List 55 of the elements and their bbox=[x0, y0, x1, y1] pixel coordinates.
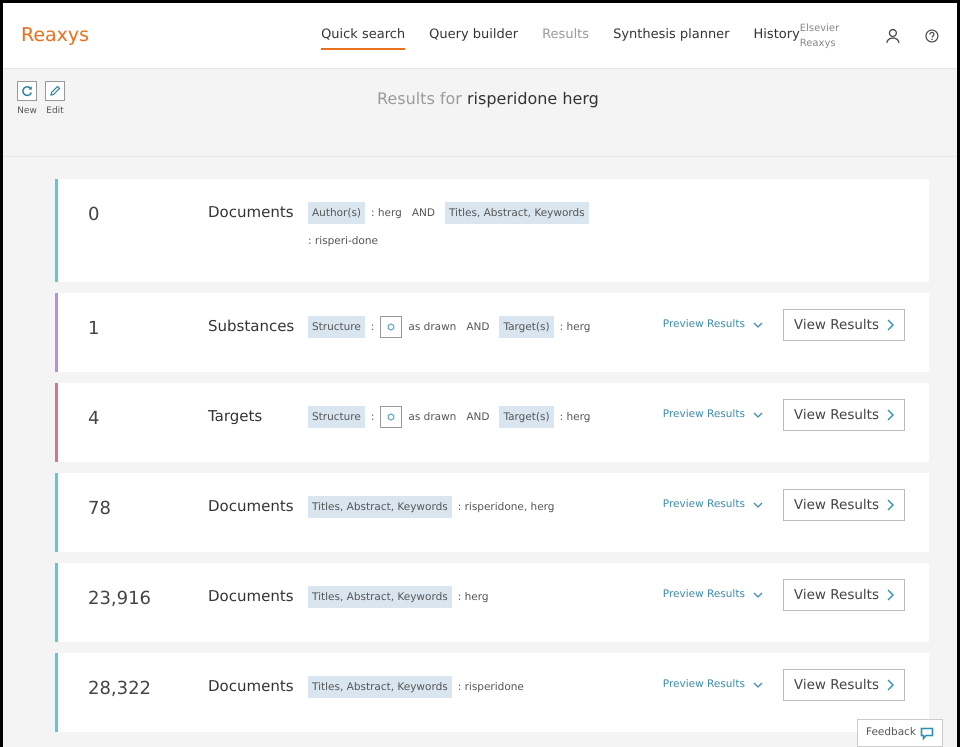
query-text: : bbox=[370, 320, 374, 335]
field-tag: Target(s) bbox=[499, 406, 554, 428]
view-results-button[interactable]: View Results bbox=[782, 579, 905, 612]
result-category: Substances bbox=[208, 316, 296, 337]
result-category: Documents bbox=[208, 202, 295, 223]
query-text: : herg bbox=[560, 410, 590, 425]
result-count: 0 bbox=[87, 203, 100, 227]
result-count: 28,322 bbox=[87, 677, 152, 701]
operator-label: AND bbox=[466, 410, 490, 425]
query-text: : herg bbox=[458, 590, 489, 605]
results-label: Results for bbox=[377, 89, 462, 108]
button-label: Edit bbox=[46, 105, 64, 118]
result-category: Documents bbox=[208, 586, 295, 607]
query-text: : herg bbox=[371, 206, 402, 221]
operator-label: AND bbox=[412, 206, 435, 221]
query-text: : risperi-done bbox=[308, 234, 378, 249]
result-count: 78 bbox=[87, 497, 112, 521]
field-tag: Author(s) bbox=[308, 202, 366, 224]
nav-tab[interactable]: Synthesis planner bbox=[613, 20, 730, 50]
query-text: : bbox=[370, 410, 374, 425]
query-text: : risperidone, herg bbox=[458, 500, 554, 515]
nav-tab[interactable]: History bbox=[754, 20, 800, 50]
result-category: Documents bbox=[208, 496, 295, 517]
button-label: New bbox=[17, 105, 37, 118]
field-tag: Structure bbox=[308, 316, 365, 338]
view-results-button[interactable]: View Results bbox=[782, 489, 905, 522]
account-name[interactable]: Elsevier Reaxys bbox=[800, 20, 878, 50]
preview-results-link[interactable]: Preview Results bbox=[662, 407, 763, 423]
result-category: Documents bbox=[208, 676, 295, 697]
preview-results-link[interactable]: Preview Results bbox=[662, 317, 763, 333]
query-text: as drawn bbox=[408, 410, 456, 425]
result-category: Targets bbox=[208, 406, 264, 427]
preview-results-link[interactable]: Preview Results bbox=[662, 677, 763, 693]
field-tag: Titles, Abstract, Keywords bbox=[308, 676, 452, 698]
field-tag: Titles, Abstract, Keywords bbox=[444, 202, 589, 224]
nav-tab[interactable]: Quick search bbox=[321, 20, 406, 50]
field-tag: Target(s) bbox=[499, 316, 554, 338]
result-count: 23,916 bbox=[87, 587, 152, 611]
view-results-button[interactable]: View Results bbox=[782, 309, 905, 342]
preview-results-link[interactable]: Preview Results bbox=[662, 497, 763, 513]
field-tag: Titles, Abstract, Keywords bbox=[308, 496, 452, 518]
field-tag: Titles, Abstract, Keywords bbox=[308, 586, 452, 608]
field-tag: Structure bbox=[308, 406, 365, 428]
query-text: as drawn bbox=[408, 320, 456, 335]
nav-tab[interactable]: Query builder bbox=[429, 20, 518, 50]
operator-label: AND bbox=[466, 320, 490, 335]
result-count: 4 bbox=[87, 407, 100, 431]
query-text: : risperidone bbox=[458, 680, 524, 695]
query-text: : herg bbox=[560, 320, 590, 335]
result-count: 1 bbox=[87, 317, 100, 341]
view-results-button[interactable]: View Results bbox=[782, 669, 905, 702]
search-query: risperidone herg bbox=[466, 89, 599, 108]
feedback-button[interactable]: Feedback bbox=[856, 719, 943, 747]
view-results-button[interactable]: View Results bbox=[782, 399, 905, 432]
preview-results-link[interactable]: Preview Results bbox=[662, 587, 763, 603]
